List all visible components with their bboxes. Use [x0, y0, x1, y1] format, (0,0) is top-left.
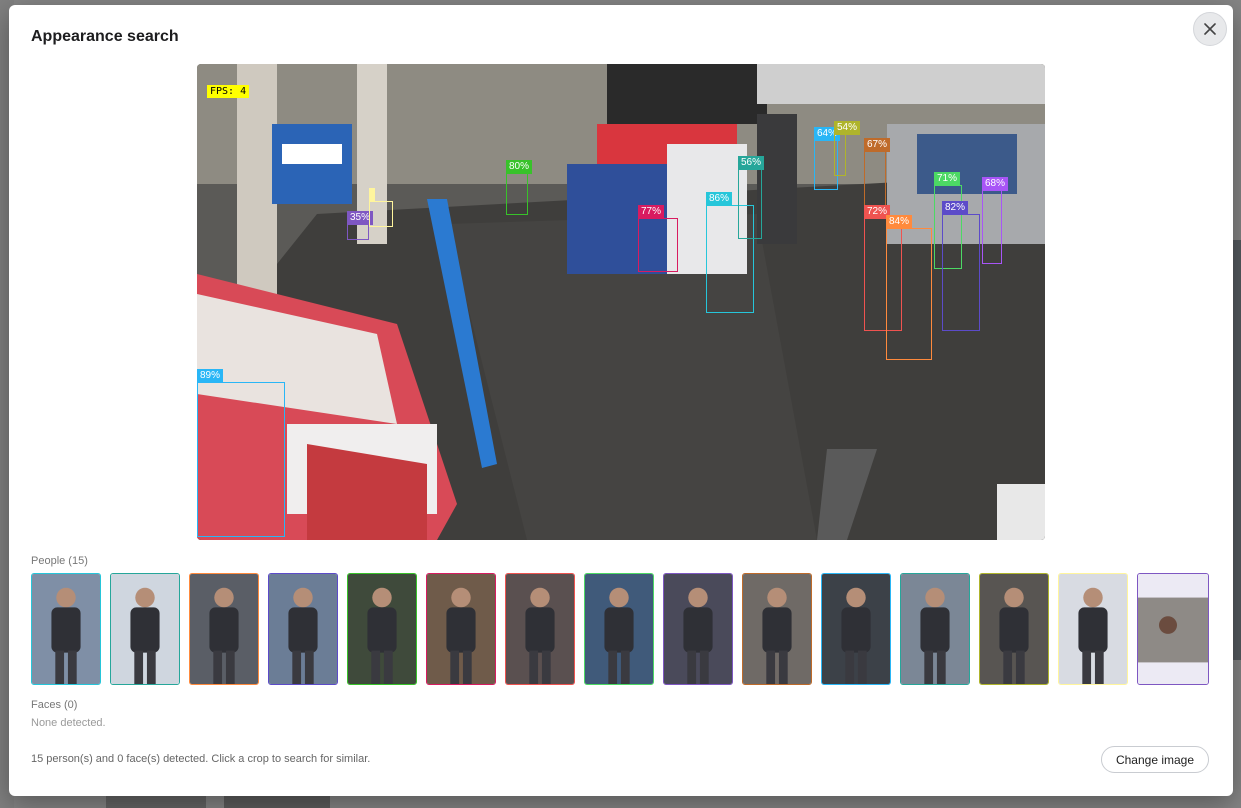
detection-box[interactable]: 80% [506, 160, 533, 215]
person-crop-image [1138, 574, 1208, 684]
person-crop-image [743, 574, 811, 684]
person-crop[interactable] [347, 573, 417, 685]
person-crop[interactable] [189, 573, 259, 685]
person-crop-image [427, 574, 495, 684]
detection-confidence-label: 54% [834, 121, 861, 135]
detection-confidence-label: 67% [864, 138, 891, 152]
detection-box[interactable] [369, 188, 393, 227]
person-crop-image [506, 574, 574, 684]
person-crop[interactable] [505, 573, 575, 685]
person-crop[interactable] [584, 573, 654, 685]
person-crop[interactable] [1137, 573, 1209, 685]
detection-box[interactable]: 68% [982, 177, 1009, 264]
faces-empty-text: None detected. [31, 717, 106, 729]
people-crops [31, 573, 1211, 687]
person-crop-image [111, 574, 179, 684]
detection-box[interactable]: 54% [834, 121, 861, 176]
detection-confidence-label: 56% [738, 156, 765, 170]
detection-box[interactable]: 89% [197, 369, 285, 537]
person-crop-image [822, 574, 890, 684]
change-image-button[interactable]: Change image [1101, 746, 1209, 773]
close-button[interactable] [1193, 12, 1227, 46]
person-crop[interactable] [663, 573, 733, 685]
person-crop[interactable] [268, 573, 338, 685]
detection-confidence-label: 84% [886, 215, 913, 229]
people-section-label: People (15) [31, 555, 88, 567]
person-crop-image [585, 574, 653, 684]
person-crop-image [348, 574, 416, 684]
detection-confidence-label: 77% [638, 205, 665, 219]
detection-box[interactable]: 82% [942, 201, 980, 331]
person-crop[interactable] [110, 573, 180, 685]
person-crop[interactable] [742, 573, 812, 685]
detection-confidence-label [369, 188, 375, 202]
close-icon [1204, 23, 1216, 35]
detection-box[interactable]: 67% [864, 138, 891, 211]
detection-confidence-label: 80% [506, 160, 533, 174]
person-crop[interactable] [426, 573, 496, 685]
detection-box[interactable]: 84% [886, 215, 932, 360]
faces-section-label: Faces (0) [31, 699, 78, 711]
detection-confidence-label: 89% [197, 369, 224, 383]
detection-box[interactable]: 56% [738, 156, 765, 239]
fps-label: FPS: 4 [207, 85, 250, 98]
person-crop-image [664, 574, 732, 684]
detection-confidence-label: 86% [706, 192, 733, 206]
person-crop-image [190, 574, 258, 684]
detection-box[interactable]: 77% [638, 205, 678, 272]
person-crop-image [269, 574, 337, 684]
detection-status-text: 15 person(s) and 0 face(s) detected. Cli… [31, 753, 371, 765]
person-crop-image [901, 574, 969, 684]
person-crop[interactable] [900, 573, 970, 685]
person-crop[interactable] [979, 573, 1049, 685]
person-crop[interactable] [31, 573, 101, 685]
detection-confidence-label: 68% [982, 177, 1009, 191]
person-crop[interactable] [1058, 573, 1128, 685]
person-crop[interactable] [821, 573, 891, 685]
person-crop-image [1059, 574, 1127, 684]
detection-box[interactable]: 35% [347, 211, 374, 240]
person-crop-image [980, 574, 1048, 684]
person-crop-image [32, 574, 100, 684]
modal-title: Appearance search [31, 28, 179, 45]
detection-confidence-label: 82% [942, 201, 969, 215]
detection-confidence-label: 71% [934, 172, 961, 186]
appearance-search-modal: Appearance search FPS: 4 89% 80% 35% 77%… [9, 5, 1233, 796]
camera-frame: FPS: 4 89% 80% 35% 77% 86% 56% 64% 54% 67% 72% 84%… [197, 64, 1045, 540]
